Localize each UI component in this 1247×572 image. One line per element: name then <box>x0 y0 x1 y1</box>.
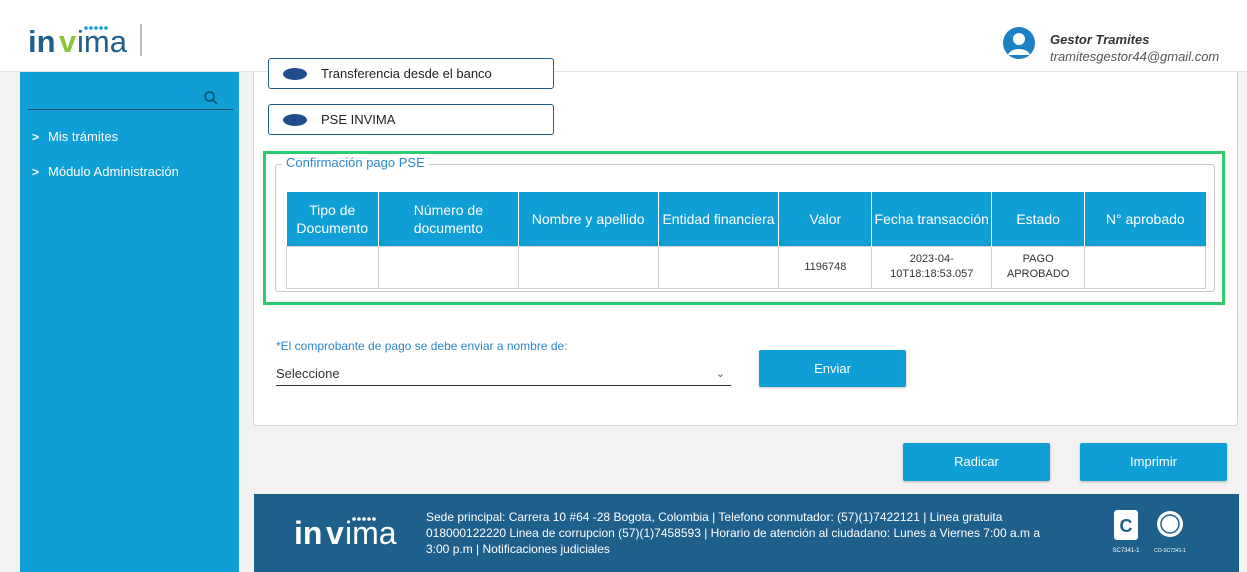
svg-text:in: in <box>28 24 56 59</box>
cell-numero-documento <box>377 245 519 289</box>
cell-tipo-documento <box>286 245 379 289</box>
footer-invima-logo[interactable]: in v ima <box>294 512 404 556</box>
column-header: Número de documento <box>378 192 519 246</box>
svg-text:v: v <box>59 24 77 59</box>
cell-fecha-transaccion: 2023-04-10T18:18:53.057 <box>871 245 993 289</box>
payment-option-pse[interactable]: PSE INVIMA <box>268 104 554 135</box>
iso-certification-icon: C SC7341-1 <box>1112 510 1140 554</box>
footer-contact-text: Sede principal: Carrera 10 #64 -28 Bogot… <box>426 510 1040 556</box>
sidebar-item-modulo-administracion[interactable]: > Módulo Administración <box>32 164 179 179</box>
svg-text:in: in <box>294 515 322 551</box>
pse-confirmation-section: Confirmación pago PSE Tipo de Documento … <box>263 151 1225 305</box>
column-header: Fecha transacción <box>871 192 993 246</box>
column-header: Nombre y apellido <box>518 192 659 246</box>
chevron-down-icon[interactable]: ⌄ <box>716 362 725 386</box>
logo-divider <box>140 24 142 56</box>
column-header: Entidad financiera <box>658 192 780 246</box>
radicar-button[interactable]: Radicar <box>903 443 1050 481</box>
sidebar: > Mis trámites > Módulo Administración <box>20 72 239 572</box>
svg-text:C: C <box>1120 516 1133 536</box>
payment-card: Transferencia desde el banco PSE INVIMA … <box>253 58 1238 426</box>
recipient-select-value: Seleccione <box>276 366 340 381</box>
iqnet-certification-icon: CO-SC7341-1 <box>1154 511 1186 554</box>
footer: in v ima Sede principal: Carrera 10 #64 … <box>254 494 1239 572</box>
pse-payment-table: Tipo de Documento Número de documento No… <box>286 192 1206 289</box>
payment-option-label: PSE INVIMA <box>321 112 396 127</box>
cell-nombre-apellido <box>517 245 659 289</box>
cert-code: CO-SC7341-1 <box>1154 548 1186 554</box>
cell-estado: PAGO APROBADO <box>991 245 1086 289</box>
sidebar-search-input[interactable] <box>28 90 233 110</box>
pse-icon <box>283 114 307 126</box>
chevron-right-icon: > <box>32 164 40 179</box>
sidebar-item-label: Mis trámites <box>48 129 119 144</box>
cell-valor: 1196748 <box>778 245 873 289</box>
user-avatar-icon[interactable] <box>1003 27 1035 59</box>
table-header-row: Tipo de Documento Número de documento No… <box>286 192 1206 246</box>
recipient-select[interactable]: Seleccione ⌄ <box>276 362 731 386</box>
svg-text:ima: ima <box>77 24 128 59</box>
cell-numero-aprobado <box>1084 245 1206 289</box>
column-header: Valor <box>778 192 873 246</box>
user-email: tramitesgestor44@gmail.com <box>1050 49 1220 64</box>
pse-confirmation-legend: Confirmación pago PSE <box>282 155 429 170</box>
sidebar-item-label: Módulo Administración <box>48 164 179 179</box>
column-header: Tipo de Documento <box>286 192 379 246</box>
send-to-label: *El comprobante de pago se debe enviar a… <box>276 339 568 353</box>
column-header: N° aprobado <box>1084 192 1206 246</box>
user-name: Gestor Tramites <box>1050 32 1150 47</box>
sidebar-item-mis-tramites[interactable]: > Mis trámites <box>32 129 118 144</box>
column-header: Estado <box>991 192 1086 246</box>
imprimir-button[interactable]: Imprimir <box>1080 443 1227 481</box>
send-button[interactable]: Enviar <box>759 350 906 387</box>
app-header: in v ima Gestor Tramites tramitesgestor4… <box>0 0 1247 72</box>
chevron-right-icon: > <box>32 129 40 144</box>
cell-entidad-financiera <box>657 245 780 289</box>
payment-option-label: Transferencia desde el banco <box>321 66 492 81</box>
payment-option-transfer[interactable]: Transferencia desde el banco <box>268 58 554 89</box>
invima-logo[interactable]: in v ima <box>28 22 138 62</box>
svg-text:ima: ima <box>345 515 397 551</box>
svg-text:v: v <box>326 515 344 551</box>
bank-icon <box>283 68 307 80</box>
search-icon[interactable] <box>203 90 219 106</box>
cert-code: SC7341-1 <box>1112 548 1140 554</box>
table-row: 1196748 2023-04-10T18:18:53.057 PAGO APR… <box>286 245 1206 289</box>
